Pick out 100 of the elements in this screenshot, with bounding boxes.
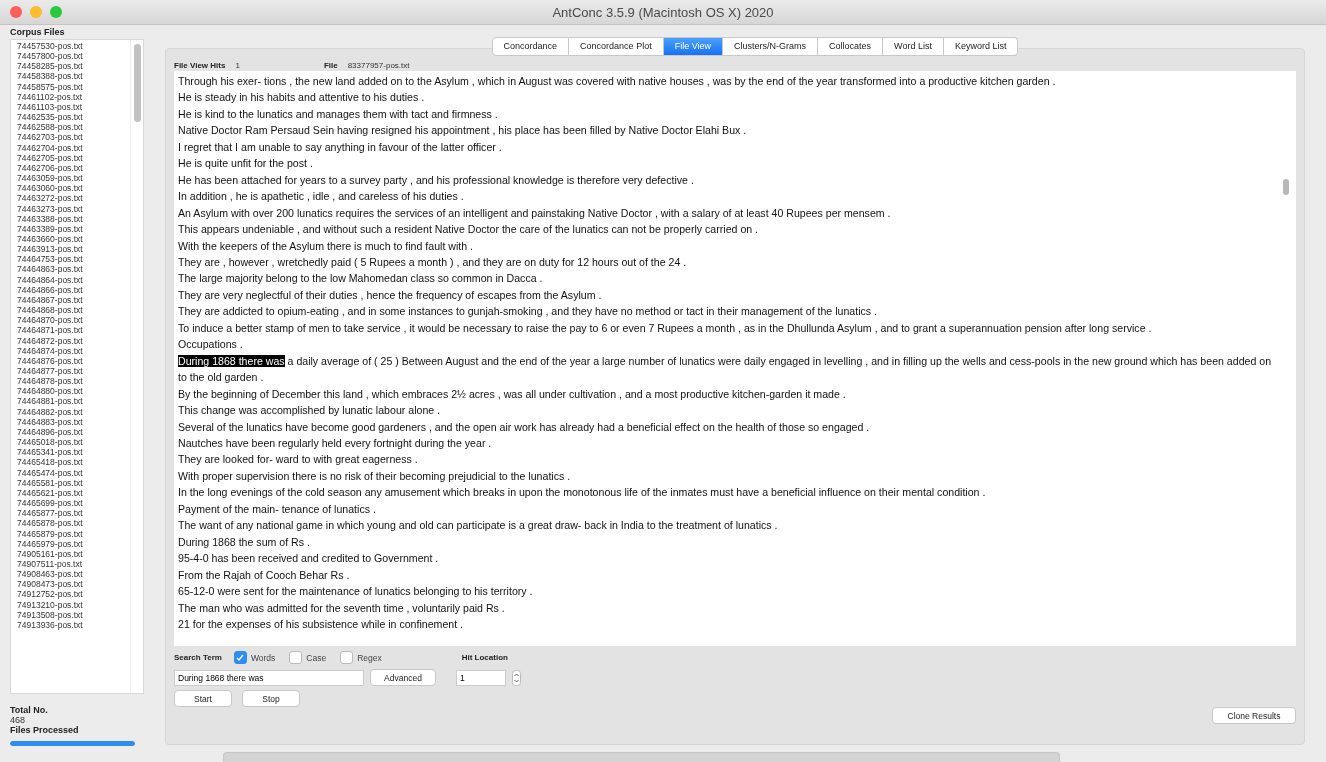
advanced-button[interactable]: Advanced [370,669,436,686]
stepper-icon[interactable] [512,669,521,686]
tab[interactable]: Clusters/N-Grams [723,37,818,56]
file-item[interactable]: 74464872-pos.txt [17,335,130,346]
file-item[interactable]: 74465879-pos.txt [17,528,130,539]
text-line: The want of any national game in which young and old can participate is a great draw- back in India to the treatment of lunatics . [178,518,779,534]
file-label: File [323,60,338,70]
corpus-files-label: Corpus Files [10,27,66,37]
file-item[interactable]: 74912752-pos.txt [17,589,130,600]
hit-location-label: Hit Location [461,653,508,662]
file-item[interactable]: 74464871-pos.txt [17,325,130,336]
file-item[interactable]: 74464882-pos.txt [17,406,130,417]
tab[interactable]: Keyword List [943,37,1019,56]
search-field[interactable]: During 1868 there was [174,669,364,686]
file-item[interactable]: 74913936-pos.txt [17,619,130,631]
file-item[interactable]: 74465877-pos.txt [17,508,130,519]
file-item[interactable]: 74462588-pos.txt [17,122,130,133]
file-item[interactable]: 74464881-pos.txt [17,396,130,407]
minimize-button[interactable] [30,6,42,18]
scroll-thumb[interactable] [1283,179,1289,195]
text-line: 21 for the expenses of his subsistence while in confinement . [178,616,465,632]
file-item[interactable]: 74461102-pos.txt [17,91,130,102]
file-item[interactable]: 74905161-pos.txt [17,548,130,559]
text-line: With the keepers of the Asylum there is much to find fault with . [178,238,474,254]
file-item[interactable]: 74464896-pos.txt [17,426,130,438]
file-item[interactable]: 74457530-pos.txt [17,41,130,52]
file-item[interactable]: 74463059-pos.txt [17,173,130,184]
text-line: The large majority belong to the low Mahomedan class so common in Dacca . [178,271,544,287]
file-item[interactable]: 74463060-pos.txt [17,183,130,194]
file-item[interactable]: 74464863-pos.txt [17,264,130,275]
checkbox-label: Case [306,652,327,663]
file-item[interactable]: 74464868-pos.txt [17,305,130,316]
file-item[interactable]: 74464870-pos.txt [17,315,130,326]
file-item[interactable]: 74464880-pos.txt [17,386,130,397]
hit-location-field[interactable]: 1 [456,669,506,686]
file-item[interactable]: 74908473-pos.txt [17,579,130,590]
file-item[interactable]: 74458285-pos.txt [17,61,130,72]
close-button[interactable] [10,6,22,18]
file-item[interactable]: 74464878-pos.txt [17,376,130,387]
checkbox[interactable] [340,651,354,664]
file-item[interactable]: 74465878-pos.txt [17,518,130,529]
file-item[interactable]: 74465699-pos.txt [17,498,130,509]
file-item[interactable]: 74465581-pos.txt [17,477,130,488]
tab[interactable]: Collocates [818,37,884,56]
file-item[interactable]: 74462706-pos.txt [17,162,130,174]
text-line: Occupations . [178,337,244,353]
file-item[interactable]: 74463272-pos.txt [17,193,130,204]
file-item[interactable]: 74465621-pos.txt [17,487,130,499]
tab[interactable]: Concordance [491,37,570,56]
file-item[interactable]: 74463660-pos.txt [17,233,130,245]
clone-results-button[interactable]: Clone Results [1212,707,1296,724]
file-item[interactable]: 74461103-pos.txt [17,101,130,113]
stop-button[interactable]: Stop [242,690,300,707]
file-item[interactable]: 74463913-pos.txt [17,244,130,255]
total-label: Total No. [10,705,49,715]
file-item[interactable]: 74464867-pos.txt [17,294,130,306]
file-item[interactable]: 74457800-pos.txt [17,51,130,62]
tab[interactable]: Concordance Plot [569,37,664,56]
hits-count: 1 [235,60,240,70]
tab[interactable]: Word List [883,37,944,56]
file-item[interactable]: 74463273-pos.txt [17,203,130,214]
file-item[interactable]: 74465341-pos.txt [17,447,130,458]
file-item[interactable]: 74462703-pos.txt [17,132,130,143]
zoom-button[interactable] [50,6,62,18]
file-item[interactable]: 74463388-pos.txt [17,213,130,224]
text-line: This change was accomplished by lunatic labour alone . [178,403,442,419]
text-line: An Asylum with over 200 lunatics requires the services of an intelligent and painstaking Native Doctor , with a salary of at least 40 Rupees per mensem . [178,205,892,221]
text-line: 95-4-0 has been received and credited to Government . [178,551,440,567]
text-line: They are addicted to opium-eating , and in some instances to gunjah-smoking , and they have no method or tact in their management of the lunatics . [178,304,878,320]
file-item[interactable]: 74908463-pos.txt [17,569,130,580]
file-item[interactable]: 74458575-pos.txt [17,81,130,92]
file-item[interactable]: 74458388-pos.txt [17,71,130,82]
checkbox[interactable] [233,651,247,664]
text-line: Nautches have been regularly held every fortnight during the year . [178,435,493,451]
file-item[interactable]: 74465979-pos.txt [17,538,130,549]
text-line: He has been attached for years to a survey party , and his professional knowledge is therefore very defective . [178,172,695,188]
scroll-thumb[interactable] [133,44,141,122]
file-item[interactable]: 74463389-pos.txt [17,223,130,234]
file-item[interactable]: 74913210-pos.txt [17,599,130,610]
file-item[interactable]: 74464866-pos.txt [17,284,130,295]
file-item[interactable]: 74464876-pos.txt [17,355,130,366]
file-item[interactable]: 74465418-pos.txt [17,457,130,468]
start-button[interactable]: Start [174,690,232,707]
file-item[interactable]: 74907511-pos.txt [17,558,130,570]
text-line: With proper supervision there is no risk of their becoming prejudicial to the lunatics . [178,468,572,484]
file-item[interactable]: 74464874-pos.txt [17,345,130,356]
file-item[interactable]: 74464883-pos.txt [17,416,130,427]
file-item[interactable]: 74913508-pos.txt [17,609,130,620]
file-item[interactable]: 74462704-pos.txt [17,142,130,153]
checkbox[interactable] [289,651,303,664]
file-item[interactable]: 74464877-pos.txt [17,366,130,377]
text-line: In the long evenings of the cold season any amusement which breaks in upon the monotonous life of the inmates must have a beneficial influence on their mental condition . [178,485,987,501]
file-item[interactable]: 74462535-pos.txt [17,112,130,123]
text-line: Through his exer- tions , the new land added on to the Asylum , which in August was covered with native houses , was by the end of the year transformed into a productive kitchen garden . [178,74,1057,89]
file-item[interactable]: 74462705-pos.txt [17,152,130,163]
file-item[interactable]: 74464864-pos.txt [17,274,130,285]
file-item[interactable]: 74465018-pos.txt [17,437,130,448]
text-line: Several of the lunatics have become good gardeners , and the open air work has already had a beneficial effect on the health of those so engaged . [178,419,871,435]
file-item[interactable]: 74465474-pos.txt [17,467,130,478]
file-item[interactable]: 74464753-pos.txt [17,254,130,265]
